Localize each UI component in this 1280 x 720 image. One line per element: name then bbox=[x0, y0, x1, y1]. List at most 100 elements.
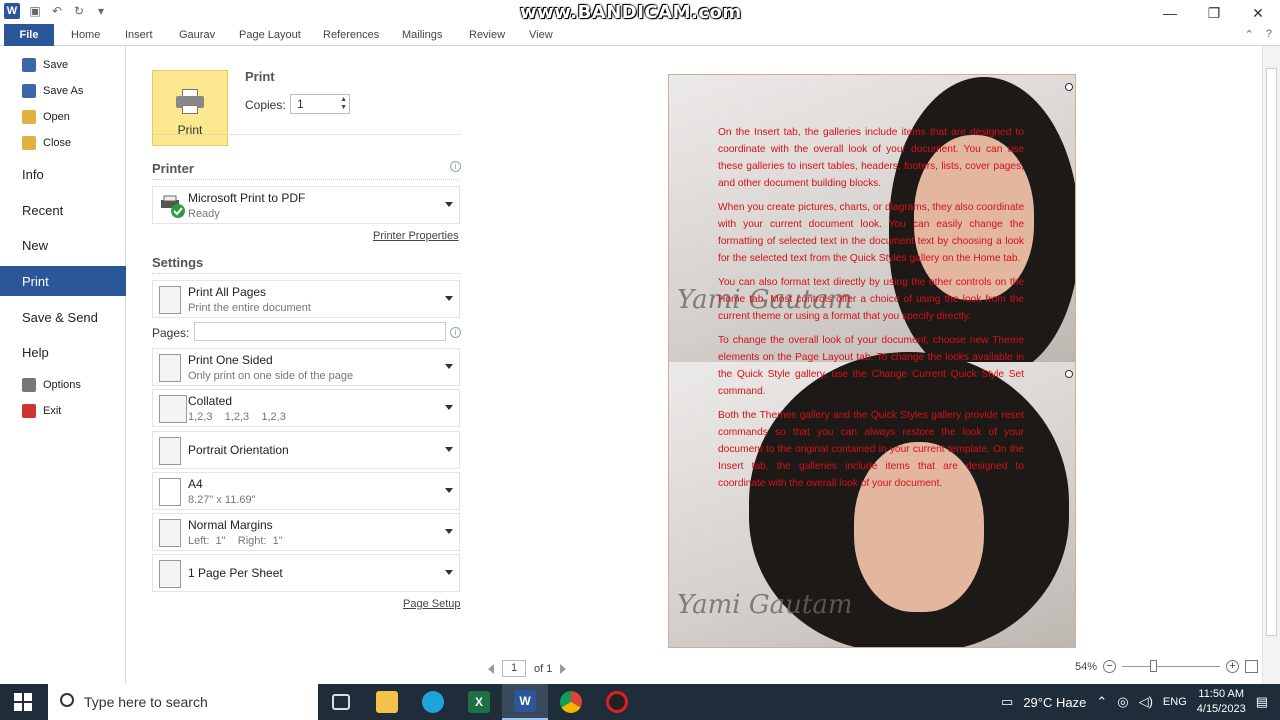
chevron-down-icon bbox=[445, 488, 453, 493]
spin-arrows-icon[interactable]: ▲ ▼ bbox=[340, 96, 347, 112]
nav-save-as[interactable]: Save As bbox=[0, 80, 126, 102]
divider bbox=[152, 179, 460, 180]
close-doc-icon bbox=[22, 136, 36, 150]
windows-start-icon[interactable] bbox=[14, 693, 32, 711]
pages-input[interactable] bbox=[194, 322, 446, 341]
word-taskbar-icon[interactable]: W bbox=[502, 684, 548, 720]
tab-references[interactable]: References bbox=[323, 24, 379, 46]
nav-print[interactable]: Print bbox=[0, 266, 134, 296]
nav-save[interactable]: Save bbox=[0, 54, 126, 76]
task-view-icon[interactable] bbox=[318, 684, 364, 720]
printer-properties-link[interactable]: Printer Properties bbox=[373, 230, 459, 242]
weather-text[interactable]: 29°C Haze bbox=[1023, 695, 1086, 710]
paragraph: You can also format text directly by usi… bbox=[718, 277, 1024, 322]
weather-icon[interactable]: ▭ bbox=[1001, 694, 1013, 710]
tab-gaurav[interactable]: Gaurav bbox=[179, 24, 215, 46]
tab-view[interactable]: View bbox=[529, 24, 553, 46]
bandicam-icon[interactable] bbox=[594, 684, 640, 720]
nav-recent[interactable]: Recent bbox=[0, 195, 126, 225]
clock[interactable]: 11:50 AM 4/15/2023 bbox=[1197, 687, 1246, 717]
volume-icon[interactable]: ◁) bbox=[1139, 694, 1153, 710]
copies-stepper[interactable]: 1 ▲ ▼ bbox=[290, 94, 350, 114]
sides-select[interactable]: Print One Sided Only print on one side o… bbox=[152, 348, 460, 386]
collation-sub: 1,2,3 1,2,3 1,2,3 bbox=[188, 411, 286, 423]
tab-file[interactable]: File bbox=[4, 24, 54, 46]
collation-select[interactable]: Collated 1,2,3 1,2,3 1,2,3 bbox=[152, 389, 460, 427]
zoom-control: 54% − + bbox=[1075, 660, 1258, 673]
chrome-icon[interactable] bbox=[548, 684, 594, 720]
print-range-sub: Print the entire document bbox=[188, 302, 311, 314]
edge-icon[interactable] bbox=[410, 684, 456, 720]
ribbon-right-controls: ⌃ ? bbox=[1245, 28, 1272, 41]
chevron-down-icon bbox=[445, 202, 453, 207]
nav-save-as-label: Save As bbox=[43, 85, 84, 97]
notifications-icon[interactable]: ▤ bbox=[1256, 694, 1268, 710]
orientation-select[interactable]: Portrait Orientation bbox=[152, 431, 460, 469]
collation-main: Collated bbox=[188, 394, 233, 408]
current-page-input[interactable]: 1 bbox=[502, 660, 526, 677]
taskbar-search[interactable]: Type here to search bbox=[48, 684, 318, 720]
page-setup-link[interactable]: Page Setup bbox=[403, 598, 461, 610]
scrollbar-thumb[interactable] bbox=[1266, 68, 1277, 636]
system-tray: ▭ 29°C Haze ⌃ ◎ ◁) ENG 11:50 AM 4/15/202… bbox=[1001, 684, 1280, 720]
zoom-slider[interactable] bbox=[1122, 660, 1220, 672]
tab-mailings[interactable]: Mailings bbox=[402, 24, 442, 46]
margins-main: Normal Margins bbox=[188, 518, 273, 532]
info-icon[interactable]: i bbox=[450, 161, 461, 172]
paper-size-select[interactable]: A4 8.27" x 11.69" bbox=[152, 472, 460, 510]
minimize-icon[interactable]: — bbox=[1148, 0, 1192, 26]
nav-new[interactable]: New bbox=[0, 230, 126, 260]
tab-review[interactable]: Review bbox=[469, 24, 505, 46]
tab-home[interactable]: Home bbox=[71, 24, 100, 46]
printer-icon bbox=[176, 89, 204, 115]
chevron-down-icon bbox=[445, 447, 453, 452]
pages-per-sheet-select[interactable]: 1 Page Per Sheet bbox=[152, 554, 460, 592]
nav-save-and-send[interactable]: Save & Send bbox=[0, 302, 126, 332]
info-icon[interactable]: i bbox=[450, 327, 461, 338]
previous-page-icon[interactable] bbox=[488, 663, 494, 674]
print-preview: Yami Gautam Yami Gautam On the Insert ta… bbox=[472, 46, 1262, 684]
copies-value: 1 bbox=[297, 97, 304, 111]
zoom-slider-thumb[interactable] bbox=[1150, 660, 1157, 672]
close-icon[interactable]: ✕ bbox=[1236, 0, 1280, 26]
restore-icon[interactable]: ❐ bbox=[1192, 0, 1236, 26]
nav-options[interactable]: Options bbox=[0, 374, 126, 396]
language-indicator[interactable]: ENG bbox=[1163, 696, 1187, 708]
nav-close[interactable]: Close bbox=[0, 132, 126, 154]
printer-select[interactable]: Microsoft Print to PDF Ready bbox=[152, 186, 460, 224]
settings-heading: Settings bbox=[152, 255, 204, 270]
page-total: of 1 bbox=[534, 662, 553, 675]
zoom-level[interactable]: 54% bbox=[1075, 661, 1097, 673]
network-icon[interactable]: ◎ bbox=[1117, 694, 1128, 710]
nav-help[interactable]: Help bbox=[0, 337, 126, 367]
paragraph: To change the overall look of your docum… bbox=[718, 335, 1024, 397]
tab-insert[interactable]: Insert bbox=[125, 24, 153, 46]
zoom-out-icon[interactable]: − bbox=[1103, 660, 1116, 673]
margins-select[interactable]: Normal Margins Left: 1" Right: 1" bbox=[152, 513, 460, 551]
redo-icon[interactable]: ↻ bbox=[72, 4, 86, 18]
minimize-ribbon-icon[interactable]: ⌃ bbox=[1245, 28, 1254, 41]
undo-icon[interactable]: ↶ bbox=[50, 4, 64, 18]
fit-page-icon[interactable] bbox=[1245, 660, 1258, 673]
chevron-down-icon bbox=[445, 570, 453, 575]
help-icon[interactable]: ? bbox=[1266, 28, 1272, 41]
save-icon[interactable]: ▣ bbox=[28, 4, 42, 18]
next-page-icon[interactable] bbox=[560, 663, 567, 674]
preview-page: Yami Gautam Yami Gautam On the Insert ta… bbox=[668, 74, 1076, 648]
chevron-up-icon[interactable]: ⌃ bbox=[1096, 694, 1107, 710]
word-logo-icon: W bbox=[4, 3, 20, 19]
preview-scrollbar[interactable] bbox=[1262, 46, 1280, 684]
printer-ready-icon bbox=[159, 192, 185, 220]
tab-page-layout[interactable]: Page Layout bbox=[239, 24, 301, 46]
save-icon bbox=[22, 58, 36, 72]
nav-info[interactable]: Info bbox=[0, 159, 126, 189]
nav-open[interactable]: Open bbox=[0, 106, 126, 128]
file-explorer-icon[interactable] bbox=[364, 684, 410, 720]
customize-icon[interactable]: ▾ bbox=[94, 4, 108, 18]
orientation-main: Portrait Orientation bbox=[188, 443, 289, 457]
excel-icon[interactable]: X bbox=[456, 684, 502, 720]
document-text: On the Insert tab, the galleries include… bbox=[718, 124, 1024, 499]
nav-exit[interactable]: Exit bbox=[0, 400, 126, 422]
zoom-in-icon[interactable]: + bbox=[1226, 660, 1239, 673]
print-range-select[interactable]: Print All Pages Print the entire documen… bbox=[152, 280, 460, 318]
